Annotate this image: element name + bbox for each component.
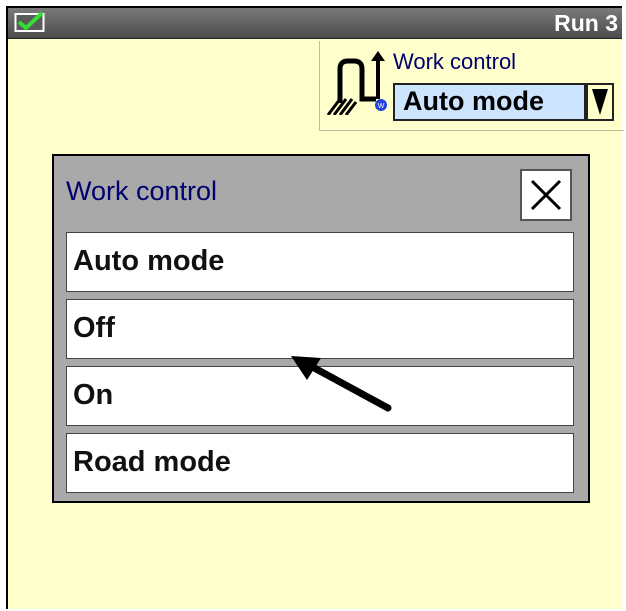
work-control-label: Work control xyxy=(393,49,517,74)
dialog-title: Work control xyxy=(66,176,218,206)
arrow-pointer-icon xyxy=(291,356,392,412)
option-auto-mode[interactable]: Auto mode xyxy=(66,232,574,292)
option-road-mode[interactable]: Road mode xyxy=(66,433,574,493)
terminal-screen: Run 3 W Work control Auto mode Work cont… xyxy=(6,6,624,609)
run-label: Run 3 xyxy=(554,10,618,36)
triangle-down-icon xyxy=(592,89,608,115)
work-control-dialog: Work control Auto mode Off On Road mode xyxy=(52,154,590,503)
close-button[interactable] xyxy=(520,169,572,221)
work-control-select[interactable]: Auto mode xyxy=(393,83,586,121)
work-control-panel[interactable]: W Work control Auto mode xyxy=(319,41,624,131)
close-icon xyxy=(530,179,562,211)
work-control-icon: W xyxy=(326,51,387,115)
top-status-bar: Run 3 xyxy=(8,8,622,39)
svg-text:W: W xyxy=(378,103,385,110)
dropdown-button[interactable] xyxy=(586,83,614,121)
check-icon xyxy=(14,11,45,32)
